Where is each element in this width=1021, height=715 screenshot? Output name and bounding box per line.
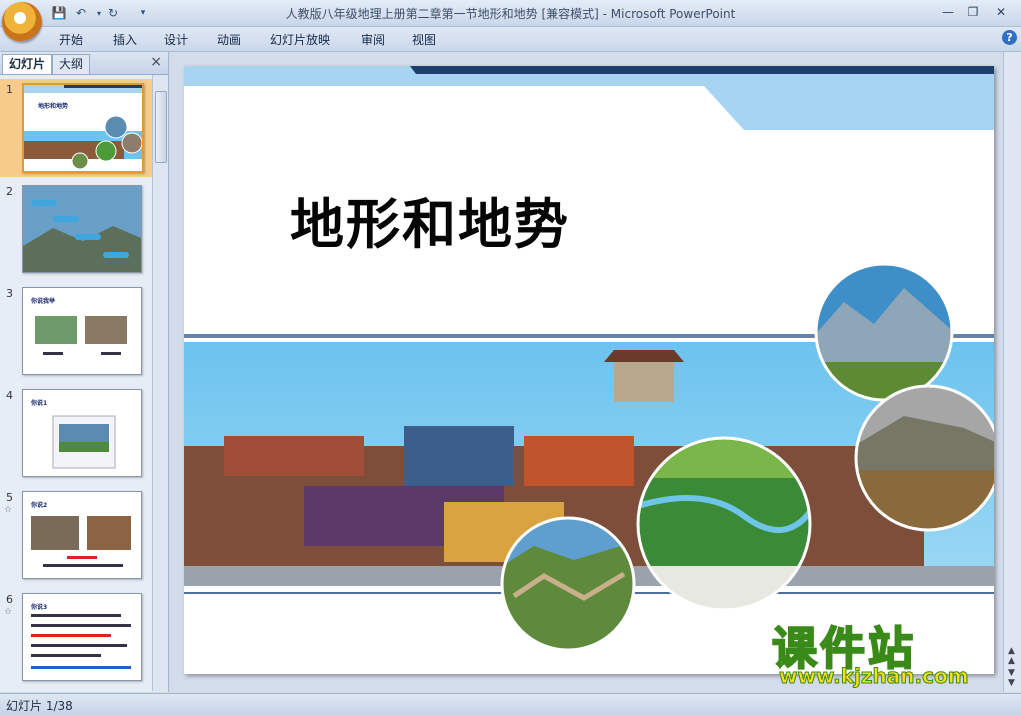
slide-background xyxy=(184,66,994,652)
thumbnail-slide-6[interactable]: 6 ☆ 你说3 xyxy=(0,589,152,685)
thumbnail-image xyxy=(24,85,142,170)
animation-star-icon: ☆ xyxy=(4,607,13,617)
slide-number: 1 xyxy=(6,83,13,96)
tab-outline[interactable]: 大纲 xyxy=(52,54,91,74)
slide-thumbnail[interactable]: 地形和地势 xyxy=(22,83,144,173)
panel-tabs: 幻灯片 大纲 × xyxy=(0,52,168,75)
thumbnail-slide-4[interactable]: 4 你说1 xyxy=(0,385,152,481)
thumbnail-title: 你说2 xyxy=(31,502,48,509)
restore-icon[interactable]: ❐ xyxy=(962,3,984,21)
status-bar: 幻灯片 1/38 xyxy=(0,693,1021,715)
thumbnail-list: 1 地形和地势 2 3 你说我举 4 你说1 5 ☆ 你说2 6 ☆ 你说3 xyxy=(0,75,152,691)
scrollbar-thumb[interactable] xyxy=(155,91,167,163)
slide-thumbnail[interactable]: 你说我举 xyxy=(22,287,142,375)
title-bar: 💾 ↶ ▾ ↻ ▾ 人教版八年级地理上册第二章第一节地形和地势 [兼容模式] -… xyxy=(0,0,1021,27)
window-title: 人教版八年级地理上册第二章第一节地形和地势 [兼容模式] - Microsoft… xyxy=(285,7,736,21)
slide-number: 3 xyxy=(6,287,13,300)
slides-panel: 幻灯片 大纲 × 1 地形和地势 2 3 你说我举 4 你说1 5 ☆ 你说2 … xyxy=(0,52,169,692)
minimize-icon[interactable]: — xyxy=(937,3,959,21)
close-panel-icon[interactable]: × xyxy=(150,54,162,70)
thumbnail-slide-5[interactable]: 5 ☆ 你说2 xyxy=(0,487,152,583)
watermark-url: www.kjzhan.com xyxy=(779,664,970,689)
tab-slideshow[interactable]: 幻灯片放映 xyxy=(270,31,330,48)
thumbnail-scrollbar[interactable] xyxy=(152,75,168,691)
tab-design[interactable]: 设计 xyxy=(164,31,188,48)
thumbnail-image xyxy=(23,186,141,272)
tab-insert[interactable]: 插入 xyxy=(113,31,137,48)
help-icon[interactable]: ? xyxy=(1002,30,1017,45)
slide-thumbnail[interactable]: 你说3 xyxy=(22,593,142,681)
tab-animation[interactable]: 动画 xyxy=(217,31,241,48)
tab-view[interactable]: 视图 xyxy=(412,31,436,48)
slide-number: 2 xyxy=(6,185,13,198)
ribbon-tabs: 开始 插入 设计 动画 幻灯片放映 审阅 视图 ? xyxy=(0,27,1021,52)
slide-thumbnail[interactable] xyxy=(22,185,142,273)
slide-thumbnail[interactable]: 你说2 xyxy=(22,491,142,579)
editor-scrollbar[interactable]: ▲ ▲ ▼ ▼ xyxy=(1003,52,1021,692)
tab-slides[interactable]: 幻灯片 xyxy=(2,54,53,74)
tab-home[interactable]: 开始 xyxy=(59,31,83,48)
thumbnail-title: 你说我举 xyxy=(31,298,56,305)
thumbnail-title: 你说1 xyxy=(31,400,48,407)
thumbnail-slide-3[interactable]: 3 你说我举 xyxy=(0,283,152,379)
slide-title[interactable]: 地形和地势 xyxy=(290,180,570,259)
slide-number: 4 xyxy=(6,389,13,402)
thumbnail-slide-2[interactable]: 2 xyxy=(0,181,152,277)
slide-thumbnail[interactable]: 你说1 xyxy=(22,389,142,477)
prev-slide-icon[interactable]: ▲ ▲ xyxy=(1008,646,1015,666)
tab-review[interactable]: 审阅 xyxy=(361,31,385,48)
close-window-icon[interactable]: ✕ xyxy=(990,3,1012,21)
office-button[interactable] xyxy=(2,2,42,42)
thumbnail-title: 地形和地势 xyxy=(38,103,69,110)
next-slide-icon[interactable]: ▼ ▼ xyxy=(1008,668,1015,688)
animation-star-icon: ☆ xyxy=(4,505,13,515)
slide-counter: 幻灯片 1/38 xyxy=(6,699,73,713)
slide-number: 6 xyxy=(6,593,13,606)
current-slide[interactable]: 地形和地势 xyxy=(184,66,994,674)
thumbnail-slide-1[interactable]: 1 地形和地势 xyxy=(0,79,152,177)
slide-number: 5 xyxy=(6,491,13,504)
thumbnail-title: 你说3 xyxy=(31,604,48,611)
